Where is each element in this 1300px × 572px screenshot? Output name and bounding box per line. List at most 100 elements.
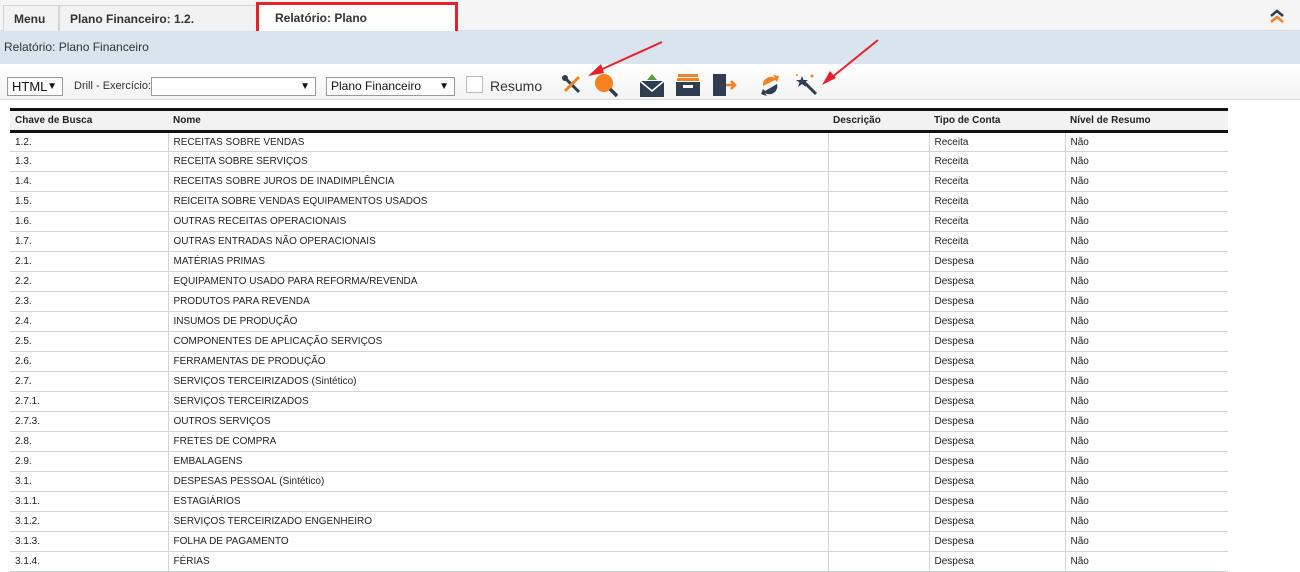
cell-nivel: Não [1064,551,1228,572]
tab-label: Menu [14,12,46,26]
cell-tipo: Despesa [928,491,1065,512]
cell-chave: 1.7. [10,231,168,252]
cell-nome: RECEITAS SOBRE JUROS DE INADIMPLÊNCIA [167,171,828,192]
cell-chave: 1.2. [10,131,168,152]
cell-descricao [827,371,929,392]
table-header-row: Chave de Busca Nome Descrição Tipo de Co… [10,108,1228,133]
format-select[interactable]: HTML ▼ [7,77,63,96]
cell-chave: 2.3. [10,291,168,312]
cell-nome: MATÉRIAS PRIMAS [167,251,828,272]
cell-nivel: Não [1064,191,1228,212]
table-row[interactable]: 2.7.3. OUTROS SERVIÇOS Despesa Não [10,411,1228,432]
cell-descricao [827,411,929,432]
tools-icon[interactable] [559,72,585,98]
report-table: Chave de Busca Nome Descrição Tipo de Co… [10,108,1228,572]
cell-nome: FOLHA DE PAGAMENTO [167,531,828,552]
tab-plano-financeiro[interactable]: Plano Financeiro: 1.2. REC...✖ [59,5,259,52]
dropdown-arrow-icon: ▼ [47,81,57,92]
table-row[interactable]: 1.2. RECEITAS SOBRE VENDAS Receita Não [10,131,1228,152]
email-icon[interactable] [639,72,665,98]
cell-nome: COMPONENTES DE APLICAÇÃO SERVIÇOS [167,331,828,352]
cell-descricao [827,291,929,312]
column-header-descricao[interactable]: Descrição [828,108,929,133]
table-row[interactable]: 2.8. FRETES DE COMPRA Despesa Não [10,431,1228,452]
cell-chave: 2.8. [10,431,168,452]
column-header-tipo[interactable]: Tipo de Conta [929,108,1065,133]
table-row[interactable]: 1.5. REICEITA SOBRE VENDAS EQUIPAMENTOS U… [10,191,1228,212]
table-row[interactable]: 3.1. DESPESAS PESSOAL (Sintético) Despesa N… [10,471,1228,492]
table-row[interactable]: 1.3. RECEITA SOBRE SERVIÇOS Receita Não [10,151,1228,172]
search-icon[interactable] [593,72,619,98]
column-header-nivel[interactable]: Nível de Resumo [1065,108,1228,133]
table-row[interactable]: 2.7.1. SERVIÇOS TERCEIRIZADOS Despesa Não [10,391,1228,412]
cell-chave: 1.5. [10,191,168,212]
cell-nome: EQUIPAMENTO USADO PARA REFORMA/REVENDA [167,271,828,292]
table-row[interactable]: 3.1.3. FOLHA DE PAGAMENTO Despesa Não [10,531,1228,552]
cell-nome: OUTRAS RECEITAS OPERACIONAIS [167,211,828,232]
magic-wand-icon[interactable] [794,72,820,98]
cell-nome: OUTRAS ENTRADAS NÃO OPERACIONAIS [167,231,828,252]
cell-nivel: Não [1064,471,1228,492]
cell-tipo: Receita [928,211,1065,232]
cell-tipo: Despesa [928,311,1065,332]
cell-tipo: Despesa [928,271,1065,292]
cell-tipo: Despesa [928,531,1065,552]
cell-tipo: Receita [928,171,1065,192]
cell-descricao [827,491,929,512]
cell-descricao [827,151,929,172]
table-row[interactable]: 2.5. COMPONENTES DE APLICAÇÃO SERVIÇOS Des… [10,331,1228,352]
exit-icon[interactable] [711,72,737,98]
cell-chave: 3.1. [10,471,168,492]
cell-tipo: Despesa [928,371,1065,392]
cell-descricao [827,271,929,292]
table-row[interactable]: 1.6. OUTRAS RECEITAS OPERACIONAIS Receita N… [10,211,1228,232]
table-row[interactable]: 2.6. FERRAMENTAS DE PRODUÇÃO Despesa Não [10,351,1228,372]
report-select[interactable]: Plano Financeiro ▼ [326,77,455,96]
table-row[interactable]: 2.2. EQUIPAMENTO USADO PARA REFORMA/REVEN… [10,271,1228,292]
cell-chave: 2.1. [10,251,168,272]
resumo-checkbox[interactable] [466,76,483,93]
cell-descricao [827,531,929,552]
cell-nome: RECEITAS SOBRE VENDAS [167,131,828,152]
cell-nome: ESTAGIÁRIOS [167,491,828,512]
page-title: Relatório: Plano Financeiro [0,31,1300,64]
column-header-nome[interactable]: Nome [168,108,828,133]
cell-nivel: Não [1064,511,1228,532]
cell-nome: DESPESAS PESSOAL (Sintético) [167,471,828,492]
cell-descricao [827,511,929,532]
cell-nome: REICEITA SOBRE VENDAS EQUIPAMENTOS USADO… [167,191,828,212]
cell-chave: 3.1.2. [10,511,168,532]
cell-chave: 2.7.3. [10,411,168,432]
cell-tipo: Despesa [928,411,1065,432]
table-row[interactable]: 2.3. PRODUTOS PARA REVENDA Despesa Não [10,291,1228,312]
cell-descricao [827,451,929,472]
table-row[interactable]: 3.1.1. ESTAGIÁRIOS Despesa Não [10,491,1228,512]
chevron-up-icon[interactable] [1268,8,1286,26]
tab-bar: Menu Plano Financeiro: 1.2. REC...✖ Rela… [0,0,1300,52]
tab-relatorio[interactable]: Relatório: Plano Financeiro✖ [256,2,458,51]
tab-menu[interactable]: Menu [3,5,59,31]
cell-nome: SERVIÇOS TERCEIRIZADOS [167,391,828,412]
table-row[interactable]: 2.1. MATÉRIAS PRIMAS Despesa Não [10,251,1228,272]
table-row[interactable]: 3.1.4. FÉRIAS Despesa Não [10,551,1228,572]
dropdown-arrow-icon: ▼ [439,81,449,92]
table-row[interactable]: 1.7. OUTRAS ENTRADAS NÃO OPERACIONAIS Rece… [10,231,1228,252]
refresh-icon[interactable] [757,72,783,98]
table-row[interactable]: 2.9. EMBALAGENS Despesa Não [10,451,1228,472]
table-row[interactable]: 3.1.2. SERVIÇOS TERCEIRIZADO ENGENHEIRO De… [10,511,1228,532]
cell-chave: 2.9. [10,451,168,472]
archive-icon[interactable] [675,72,701,98]
report-value: Plano Financeiro [331,79,422,93]
cell-chave: 2.2. [10,271,168,292]
cell-chave: 3.1.1. [10,491,168,512]
column-header-chave[interactable]: Chave de Busca [10,108,168,133]
cell-tipo: Despesa [928,351,1065,372]
table-row[interactable]: 2.4. INSUMOS DE PRODUÇÃO Despesa Não [10,311,1228,332]
cell-tipo: Despesa [928,331,1065,352]
cell-nome: EMBALAGENS [167,451,828,472]
table-row[interactable]: 1.4. RECEITAS SOBRE JUROS DE INADIMPLÊNCI… [10,171,1228,192]
table-row[interactable]: 2.7. SERVIÇOS TERCEIRIZADOS (Sintético) De… [10,371,1228,392]
cell-chave: 2.7. [10,371,168,392]
drill-exercicio-select[interactable]: ▼ [151,77,316,96]
cell-descricao [827,351,929,372]
